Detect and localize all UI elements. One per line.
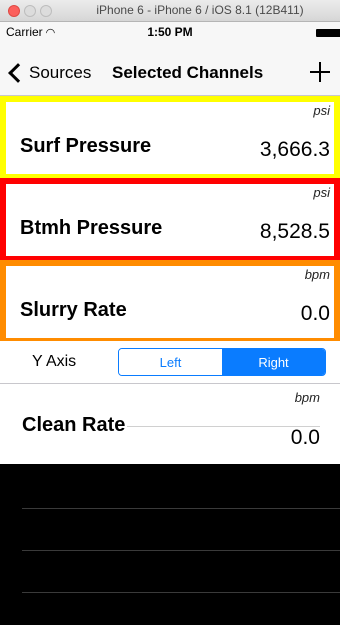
channel-row-surf-pressure[interactable]: psi Surf Pressure 3,666.3 (0, 96, 340, 180)
channel-name: Slurry Rate (20, 299, 127, 321)
minimize-window-button[interactable] (24, 5, 36, 17)
channel-value: 0.0 (300, 302, 330, 325)
channel-value: 3,666.3 (259, 138, 330, 161)
channel-unit: psi (313, 185, 330, 200)
maximize-window-button[interactable] (40, 5, 52, 17)
status-time: 1:50 PM (147, 25, 193, 39)
simulator-window: iPhone 6 - iPhone 6 / iOS 8.1 (12B411) C… (0, 0, 340, 625)
channel-name: Clean Rate (22, 414, 128, 437)
status-bar: Carrier ◠ 1:50 PM (0, 22, 340, 42)
channel-unit: bpm (304, 267, 330, 282)
channel-unit: bpm (294, 390, 320, 405)
y-axis-label: Y Axis (32, 353, 77, 370)
page-title: Selected Channels (112, 63, 264, 82)
row-divider (22, 508, 340, 509)
back-button[interactable]: Sources (6, 61, 91, 85)
channel-unit: psi (313, 103, 330, 118)
back-button-label: Sources (29, 63, 92, 82)
channel-row-clean-rate[interactable]: bpm Clean Rate 0.0 (0, 384, 340, 464)
window-title: iPhone 6 - iPhone 6 / iOS 8.1 (12B411) (96, 3, 304, 17)
close-window-button[interactable] (8, 5, 20, 17)
battery-icon (316, 29, 340, 37)
empty-table-area (0, 464, 340, 625)
channel-row-btmh-pressure[interactable]: psi Btmh Pressure 8,528.5 (0, 178, 340, 262)
channel-name: Surf Pressure (20, 135, 152, 157)
y-axis-left-segment[interactable]: Left (119, 349, 222, 375)
chevron-left-icon (8, 63, 28, 83)
row-divider (22, 550, 340, 551)
y-axis-row: Y Axis Left Right (0, 341, 340, 384)
channel-name: Btmh Pressure (20, 217, 163, 239)
channel-value: 0.0 (290, 426, 320, 449)
add-icon[interactable] (310, 62, 330, 82)
window-titlebar: iPhone 6 - iPhone 6 / iOS 8.1 (12B411) (0, 0, 340, 22)
row-divider (22, 592, 340, 593)
navigation-bar: Sources Selected Channels (0, 42, 340, 96)
y-axis-segmented-control[interactable]: Left Right (118, 348, 326, 376)
channel-row-slurry-rate[interactable]: bpm Slurry Rate 0.0 (0, 260, 340, 344)
channel-value: 8,528.5 (259, 220, 330, 243)
y-axis-right-segment[interactable]: Right (222, 349, 325, 375)
